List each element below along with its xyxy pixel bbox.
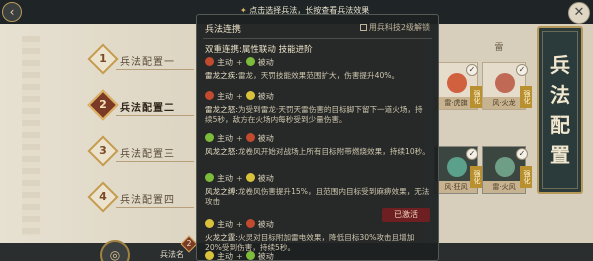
link-row: 主动 + 被动 雷龙之怒:为受到雷龙·天罚天雷伤害的目标脚下留下一道火场，持续5秒，… xyxy=(205,91,430,125)
link-pair: 主动 + 被动 xyxy=(205,133,430,145)
thunder-element-icon xyxy=(205,251,214,260)
config-slot-2[interactable]: 2 兵法配置二 xyxy=(86,89,194,121)
close-button[interactable]: ✕ xyxy=(568,2,590,24)
slot-number-badge: 3 xyxy=(87,135,119,167)
lock-icon xyxy=(359,24,367,31)
tile-caption: 风·火龙 xyxy=(483,97,525,109)
tile-tag: 强化 xyxy=(520,86,532,108)
tile-caption: 雷·火风 xyxy=(483,181,525,193)
config-slot-1[interactable]: 1 兵法配置一 xyxy=(86,43,194,75)
link-desc: 火龙之霆:火灵对目标附加雷电效果，降低目标30%攻击且增加20%受到伤害，持续5… xyxy=(205,233,415,252)
fire-element-icon xyxy=(205,91,214,100)
link-row: 主动 + 被动 风龙之怒:龙卷风开始对战场上所有目标附带燃烧效果，持续10秒。 xyxy=(205,133,430,157)
wind-element-icon xyxy=(245,57,255,66)
popup-title: 兵法连携 xyxy=(205,25,242,35)
wind-element-icon xyxy=(245,251,255,260)
tactic-link-popup: 兵法连携 用兵科技2级解锁 双重连携:属性联动 技能进阶 主动 + 被动 雷龙之疾:… xyxy=(196,14,439,261)
back-button[interactable]: ‹ xyxy=(2,2,22,22)
link-row: 主动 + 被动 xyxy=(205,251,430,261)
config-slot-4[interactable]: 4 兵法配置四 xyxy=(86,181,194,213)
slot-label: 兵法配置一 xyxy=(120,57,175,68)
popup-subtitle: 双重连携:属性联动 技能进阶 xyxy=(205,45,313,55)
tile-tag: 强化 xyxy=(520,166,532,188)
tactic-icon xyxy=(495,157,515,177)
tactics-config-banner: 兵法配置 xyxy=(537,26,583,194)
slot-number-badge: 1 xyxy=(87,43,119,75)
thunder-element-icon xyxy=(205,219,214,228)
slot-underline xyxy=(116,69,194,70)
decor-column xyxy=(22,36,40,236)
link-desc: 风龙之缚:龙卷风伤害提升15%，且范围内目标受到麻痹效果，无法攻击 xyxy=(205,187,430,206)
slot-label: 兵法配置三 xyxy=(120,149,175,160)
link-row: 主动 + 被动 风龙之缚:龙卷风伤害提升15%，且范围内目标受到麻痹效果，无法攻击 xyxy=(205,173,430,207)
wind-element-icon xyxy=(205,133,214,142)
fire-element-icon xyxy=(205,57,214,66)
link-pair: 主动 + 被动 xyxy=(205,219,430,231)
slot-label: 兵法配置二 xyxy=(120,103,175,114)
divider xyxy=(203,38,432,39)
link-pair: 主动 + 被动 xyxy=(205,251,430,261)
tactic-icon xyxy=(447,73,467,93)
slot-underline xyxy=(116,207,194,208)
thunder-element-icon xyxy=(245,173,255,182)
slot-underline xyxy=(116,161,194,162)
fire-element-icon xyxy=(245,219,255,228)
slot-underline xyxy=(116,115,194,116)
link-pair: 主动 + 被动 xyxy=(205,173,430,185)
fire-element-icon xyxy=(245,133,255,142)
bottom-label: 兵法名 xyxy=(160,250,184,259)
unlock-note: 用兵科技2级解锁 xyxy=(359,22,430,33)
link-row: 主动 + 被动 雷龙之疾:雷龙，天罚技能效果范围扩大，伤害提升40%。 xyxy=(205,57,430,81)
link-row: 主动 + 被动 火龙之霆:火灵对目标附加雷电效果，降低目标30%攻击且增加20%受到… xyxy=(205,219,430,253)
check-icon: ✓ xyxy=(466,148,478,160)
check-icon: ✓ xyxy=(466,64,478,76)
tactic-icon xyxy=(495,73,515,93)
config-slot-3[interactable]: 3 兵法配置三 xyxy=(86,135,194,167)
check-icon: ✓ xyxy=(516,64,528,76)
link-desc: 风龙之怒:龙卷风开始对战场上所有目标附带燃烧效果，持续10秒。 xyxy=(205,147,430,156)
tab-thunder[interactable]: 雷 xyxy=(480,40,518,54)
link-desc: 雷龙之疾:雷龙，天罚技能效果范围扩大，伤害提升40%。 xyxy=(205,71,400,80)
thunder-element-icon xyxy=(245,91,255,100)
check-icon: ✓ xyxy=(516,148,528,160)
link-desc: 雷龙之怒:为受到雷龙·天罚天雷伤害的目标脚下留下一道火场，持续5秒，敌方在火场内… xyxy=(205,105,423,124)
link-pair: 主动 + 被动 xyxy=(205,57,430,69)
tile-tag: 强化 xyxy=(470,166,482,188)
link-pair: 主动 + 被动 xyxy=(205,91,430,103)
banner-title: 兵法配置 xyxy=(550,53,570,167)
wind-element-icon xyxy=(205,173,214,182)
tactic-icon xyxy=(447,157,467,177)
tile-tag: 强化 xyxy=(470,86,482,108)
slot-label: 兵法配置四 xyxy=(120,195,175,206)
slot-number-badge: 4 xyxy=(87,181,119,213)
slot-number-badge: 2 xyxy=(87,89,119,121)
